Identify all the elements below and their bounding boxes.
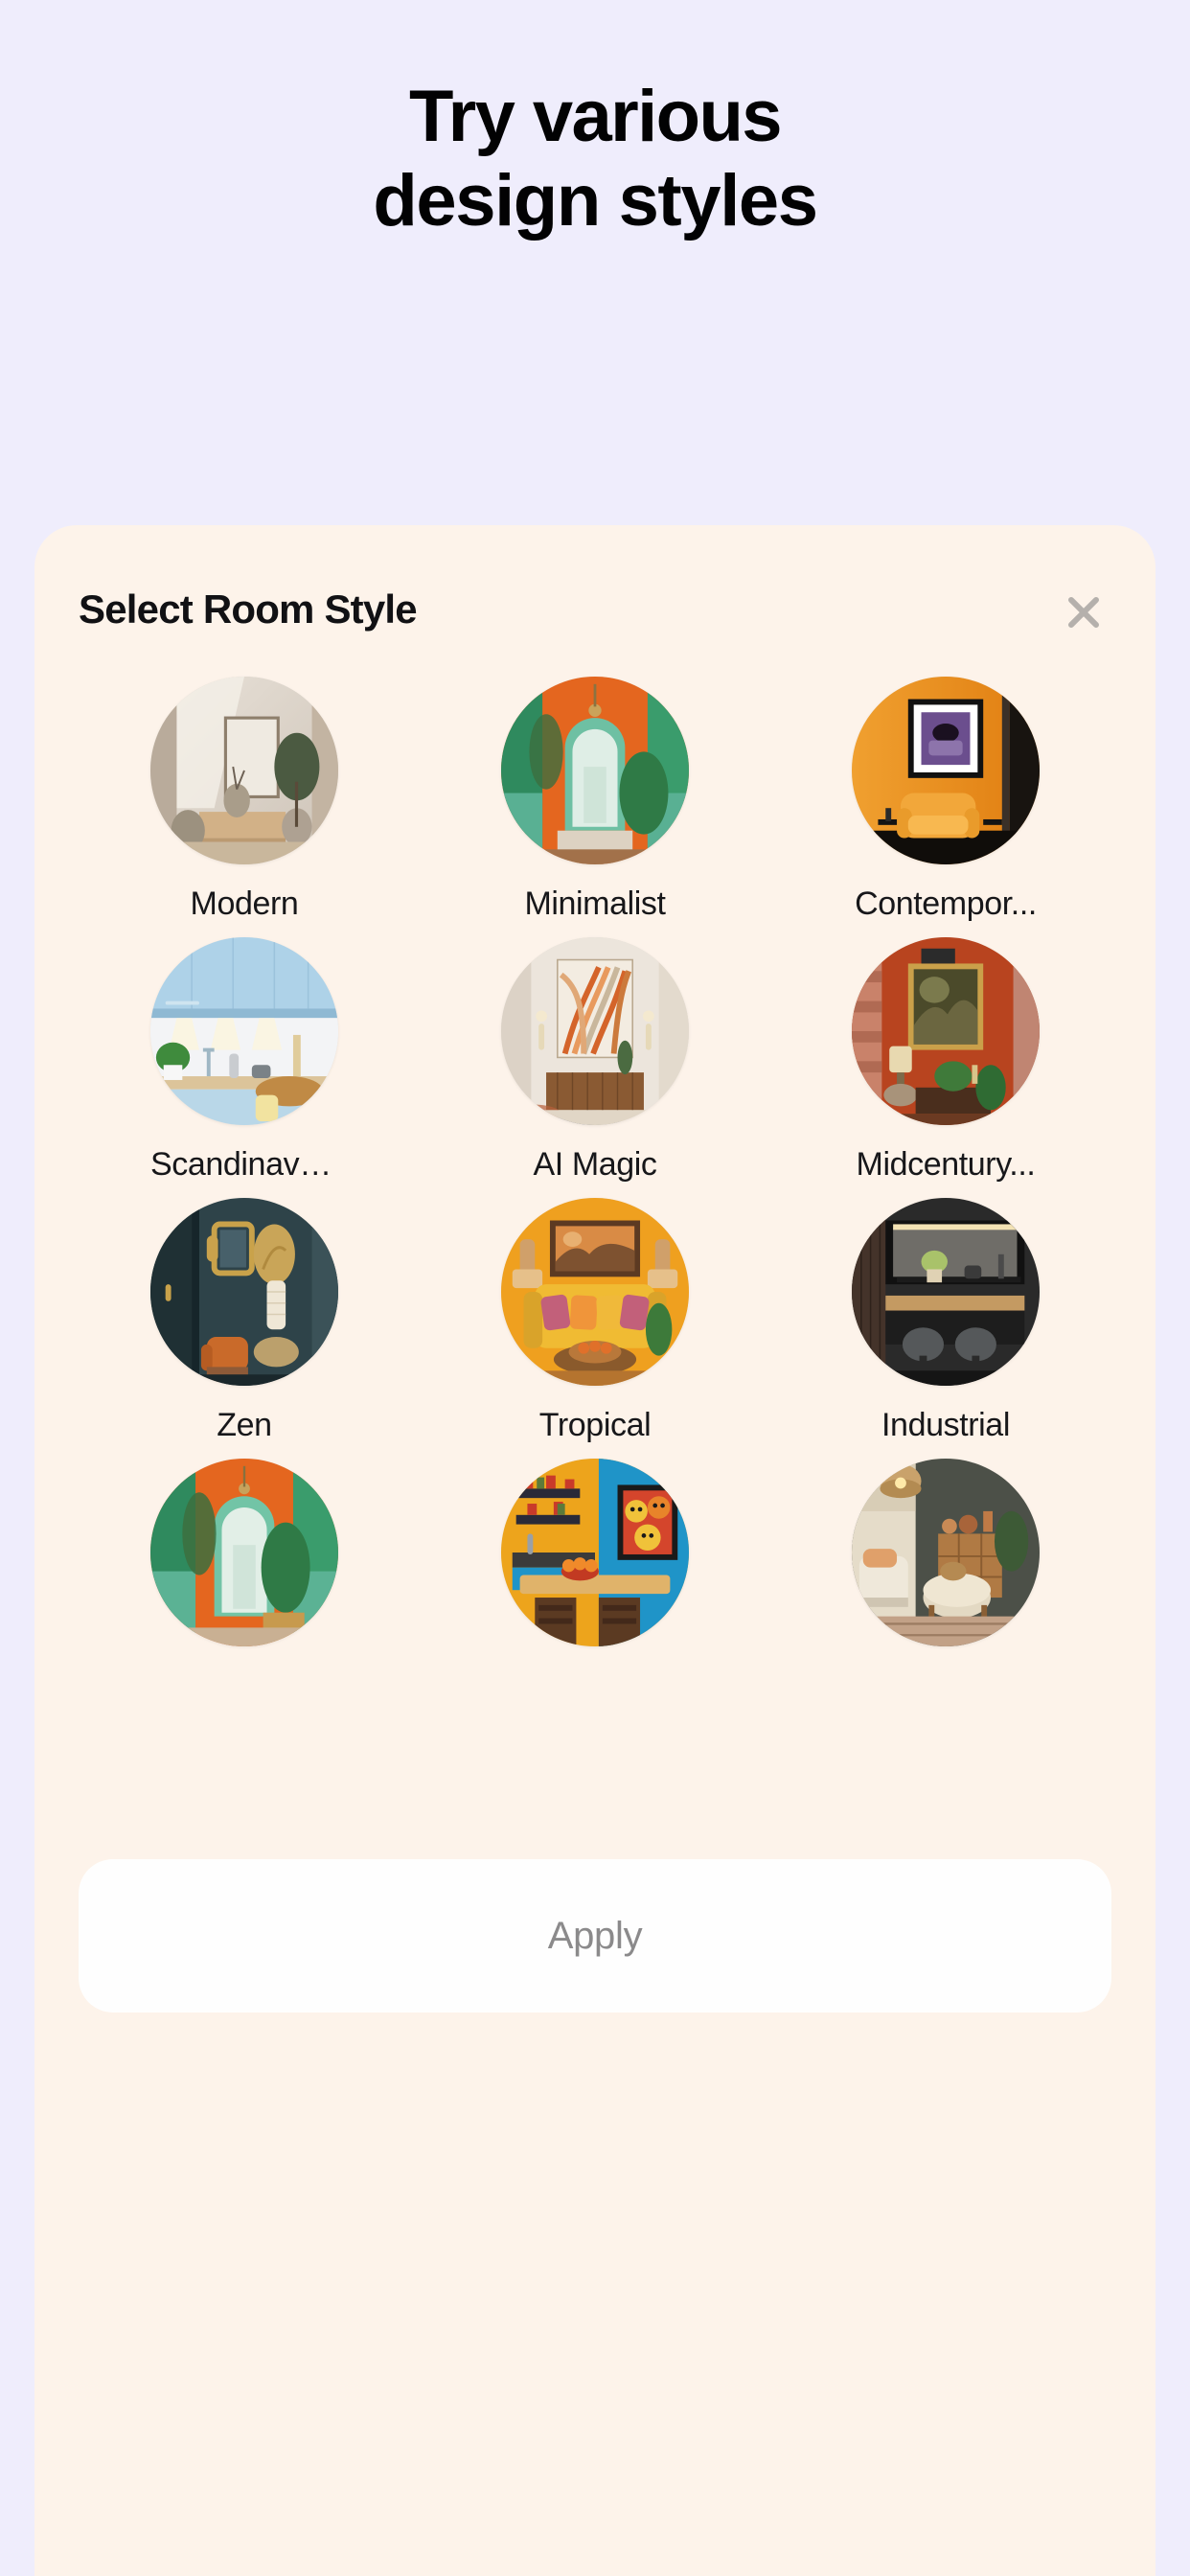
style-thumbnail-modern[interactable]: [150, 677, 338, 864]
style-option[interactable]: Contempor...: [770, 677, 1121, 937]
style-option[interactable]: Midcentury...: [770, 937, 1121, 1198]
style-label: AI Magic: [533, 1146, 657, 1183]
style-label: Scandinavian: [150, 1146, 338, 1183]
style-option[interactable]: Industrial: [770, 1198, 1121, 1459]
style-thumbnail-aimagic[interactable]: [501, 937, 689, 1125]
style-label: Contempor...: [855, 886, 1037, 922]
style-option[interactable]: Zen: [69, 1198, 420, 1459]
style-thumbnail-zen[interactable]: [150, 1198, 338, 1386]
style-label: Tropical: [538, 1407, 652, 1443]
app-screen: Try various design styles Select Room St…: [0, 0, 1190, 2576]
headline-line-1: Try various: [409, 76, 783, 157]
close-button[interactable]: [1052, 581, 1115, 644]
style-thumbnail-industrial[interactable]: [852, 1198, 1040, 1386]
style-option[interactable]: Tropical: [420, 1198, 770, 1459]
sheet-header: Select Room Style: [34, 567, 1156, 654]
style-grid: Modern Minimalist Contempor... Scandinav…: [34, 677, 1156, 1719]
style-option[interactable]: Scandinavian: [69, 937, 420, 1198]
style-label: Zen: [217, 1407, 272, 1443]
style-option[interactable]: [69, 1459, 420, 1719]
style-option[interactable]: [770, 1459, 1121, 1719]
style-label: Industrial: [881, 1407, 1010, 1443]
style-thumbnail-bohemian[interactable]: [150, 1459, 338, 1646]
style-thumbnail-scandinavian[interactable]: [150, 937, 338, 1125]
style-thumbnail-contemporary[interactable]: [852, 677, 1040, 864]
apply-button[interactable]: Apply: [79, 1859, 1111, 2012]
sheet-title: Select Room Style: [79, 586, 418, 632]
style-thumbnail-midcentury[interactable]: [852, 937, 1040, 1125]
close-icon: [1068, 597, 1099, 628]
room-style-sheet: Select Room Style Modern Minimalist Cont…: [34, 525, 1156, 2576]
style-option[interactable]: [420, 1459, 770, 1719]
style-thumbnail-minimalist[interactable]: [501, 677, 689, 864]
style-thumbnail-rustic[interactable]: [852, 1459, 1040, 1646]
style-label: Minimalist: [524, 886, 666, 922]
style-option[interactable]: Modern: [69, 677, 420, 937]
headline-line-2: design styles: [373, 160, 818, 242]
apply-container: Apply: [79, 1859, 1111, 2012]
style-thumbnail-eclectic[interactable]: [501, 1459, 689, 1646]
style-thumbnail-tropical[interactable]: [501, 1198, 689, 1386]
style-option[interactable]: AI Magic: [420, 937, 770, 1198]
style-label: Midcentury...: [856, 1146, 1036, 1183]
page-title: Try various design styles: [0, 75, 1190, 243]
style-label: Modern: [190, 886, 299, 922]
style-option[interactable]: Minimalist: [420, 677, 770, 937]
